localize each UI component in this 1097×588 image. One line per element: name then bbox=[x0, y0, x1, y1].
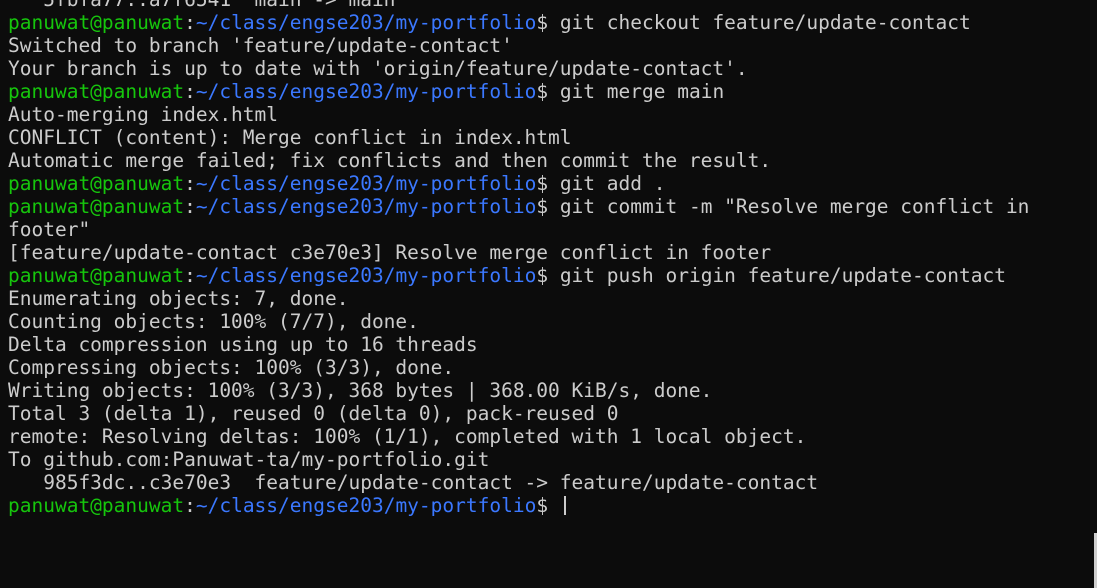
prompt-user: panuwat@panuwat bbox=[8, 264, 185, 287]
command-text: git checkout feature/update-contact bbox=[548, 11, 971, 34]
output-line: CONFLICT (content): Merge conflict in in… bbox=[8, 126, 572, 149]
prompt-path: ~/class/engse203/my-portfolio bbox=[195, 172, 537, 195]
output-line: To github.com:Panuwat-ta/my-portfolio.gi… bbox=[8, 448, 490, 471]
prompt-line: panuwat@panuwat:~/class/engse203/my-port… bbox=[8, 264, 1089, 287]
output-line: Switched to branch 'feature/update-conta… bbox=[8, 34, 513, 57]
output-line: Compressing objects: 100% (3/3), done. bbox=[8, 356, 455, 379]
command-text: git push origin feature/update-contact bbox=[548, 264, 1006, 287]
text-cursor bbox=[563, 496, 566, 515]
prompt-colon: : bbox=[184, 195, 196, 218]
output-line: footer" bbox=[8, 218, 91, 241]
prompt-symbol: $ bbox=[536, 195, 549, 218]
prompt-colon: : bbox=[184, 80, 196, 103]
output-line: Automatic merge failed; fix conflicts an… bbox=[8, 149, 772, 172]
prompt-symbol: $ bbox=[536, 264, 549, 287]
prompt-path: ~/class/engse203/my-portfolio bbox=[195, 80, 537, 103]
prompt-line: panuwat@panuwat:~/class/engse203/my-port… bbox=[8, 80, 1089, 103]
output-line: remote: Resolving deltas: 100% (1/1), co… bbox=[8, 425, 807, 448]
prompt-colon: : bbox=[184, 11, 196, 34]
terminal-window[interactable]: 5fbfa77..a7f6541 main -> mainpanuwat@pan… bbox=[0, 0, 1097, 588]
output-line: 985f3dc..c3e70e3 feature/update-contact … bbox=[8, 471, 819, 494]
prompt-path: ~/class/engse203/my-portfolio bbox=[195, 11, 537, 34]
prompt-line: panuwat@panuwat:~/class/engse203/my-port… bbox=[8, 494, 1089, 517]
command-text bbox=[548, 494, 560, 517]
output-line: 5fbfa77..a7f6541 main -> main bbox=[8, 0, 1089, 11]
prompt-path: ~/class/engse203/my-portfolio bbox=[195, 264, 537, 287]
output-line: [feature/update-contact c3e70e3] Resolve… bbox=[8, 241, 772, 264]
prompt-user: panuwat@panuwat bbox=[8, 494, 185, 517]
prompt-path: ~/class/engse203/my-portfolio bbox=[195, 195, 537, 218]
terminal-output: 5fbfa77..a7f6541 main -> mainpanuwat@pan… bbox=[8, 0, 1089, 517]
prompt-path: ~/class/engse203/my-portfolio bbox=[195, 494, 537, 517]
output-line: Your branch is up to date with 'origin/f… bbox=[8, 57, 748, 80]
prompt-line: panuwat@panuwat:~/class/engse203/my-port… bbox=[8, 195, 1089, 218]
output-line: Delta compression using up to 16 threads bbox=[8, 333, 478, 356]
prompt-colon: : bbox=[184, 494, 196, 517]
output-line: Auto-merging index.html bbox=[8, 103, 279, 126]
prompt-line: panuwat@panuwat:~/class/engse203/my-port… bbox=[8, 11, 1089, 34]
command-text: git commit -m "Resolve merge conflict in bbox=[548, 195, 1030, 218]
prompt-symbol: $ bbox=[536, 172, 549, 195]
command-text: git add . bbox=[548, 172, 666, 195]
output-line: Enumerating objects: 7, done. bbox=[8, 287, 349, 310]
prompt-user: panuwat@panuwat bbox=[8, 172, 185, 195]
command-text: git merge main bbox=[548, 80, 725, 103]
output-line: Writing objects: 100% (3/3), 368 bytes |… bbox=[8, 379, 713, 402]
prompt-user: panuwat@panuwat bbox=[8, 80, 185, 103]
prompt-symbol: $ bbox=[536, 11, 549, 34]
prompt-colon: : bbox=[184, 264, 196, 287]
output-line: Counting objects: 100% (7/7), done. bbox=[8, 310, 419, 333]
prompt-user: panuwat@panuwat bbox=[8, 195, 185, 218]
prompt-symbol: $ bbox=[536, 494, 549, 517]
prompt-user: panuwat@panuwat bbox=[8, 11, 185, 34]
prompt-line: panuwat@panuwat:~/class/engse203/my-port… bbox=[8, 172, 1089, 195]
output-line: Total 3 (delta 1), reused 0 (delta 0), p… bbox=[8, 402, 619, 425]
prompt-colon: : bbox=[184, 172, 196, 195]
prompt-symbol: $ bbox=[536, 80, 549, 103]
